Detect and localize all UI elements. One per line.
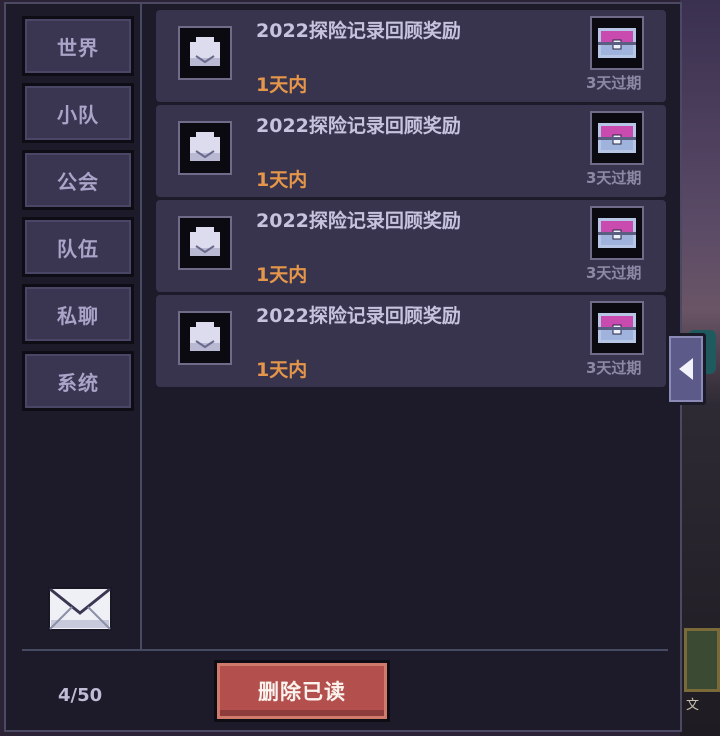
mail-item[interactable]: 2022探险记录回顾奖励 1天内 3天过期: [156, 200, 666, 292]
mail-title: 2022探险记录回顾奖励: [256, 210, 461, 232]
mail-received-time: 1天内: [256, 359, 308, 381]
mail-received-time: 1天内: [256, 264, 308, 286]
background-frame: [684, 628, 720, 692]
tab-label: 系统: [57, 370, 99, 395]
treasure-chest-icon: [590, 111, 644, 165]
envelope-icon: [178, 121, 232, 175]
tab-team[interactable]: 队伍: [22, 217, 134, 277]
mail-title: 2022探险记录回顾奖励: [256, 115, 461, 137]
mail-panel: 世界 小队 公会 队伍 私聊 系统 2022探险记录回顾奖励 1天内 3天过期 …: [4, 2, 682, 732]
envelope-icon: [178, 216, 232, 270]
tab-squad[interactable]: 小队: [22, 83, 134, 143]
tab-guild[interactable]: 公会: [22, 150, 134, 210]
tab-label: 公会: [57, 169, 99, 194]
tab-system[interactable]: 系统: [22, 351, 134, 411]
tab-label: 小队: [57, 102, 99, 127]
envelope-icon: [178, 311, 232, 365]
tab-label: 世界: [57, 35, 99, 60]
mail-count: 4/50: [58, 685, 103, 706]
mail-icon[interactable]: [48, 587, 112, 631]
mail-expire-text: 3天过期: [586, 74, 642, 92]
delete-read-button[interactable]: 删除已读: [214, 660, 390, 722]
mail-received-time: 1天内: [256, 169, 308, 191]
treasure-chest-icon: [590, 206, 644, 260]
mail-item[interactable]: 2022探险记录回顾奖励 1天内 3天过期: [156, 105, 666, 197]
tab-private-chat[interactable]: 私聊: [22, 284, 134, 344]
collapse-panel-button[interactable]: [666, 333, 706, 405]
envelope-icon: [178, 26, 232, 80]
tab-world[interactable]: 世界: [22, 16, 134, 76]
tab-label: 队伍: [57, 236, 99, 261]
chevron-left-icon: [679, 358, 693, 380]
mail-item[interactable]: 2022探险记录回顾奖励 1天内 3天过期: [156, 10, 666, 102]
background-glyph: 文: [686, 698, 700, 713]
mail-received-time: 1天内: [256, 74, 308, 96]
mail-expire-text: 3天过期: [586, 264, 642, 282]
treasure-chest-icon: [590, 16, 644, 70]
mail-expire-text: 3天过期: [586, 359, 642, 377]
mail-title: 2022探险记录回顾奖励: [256, 305, 461, 327]
mail-expire-text: 3天过期: [586, 169, 642, 187]
footer-divider: [22, 649, 668, 651]
mail-title: 2022探险记录回顾奖励: [256, 20, 461, 42]
mail-item[interactable]: 2022探险记录回顾奖励 1天内 3天过期: [156, 295, 666, 387]
channel-sidebar: 世界 小队 公会 队伍 私聊 系统: [12, 4, 142, 650]
treasure-chest-icon: [590, 301, 644, 355]
tab-label: 私聊: [57, 303, 99, 328]
